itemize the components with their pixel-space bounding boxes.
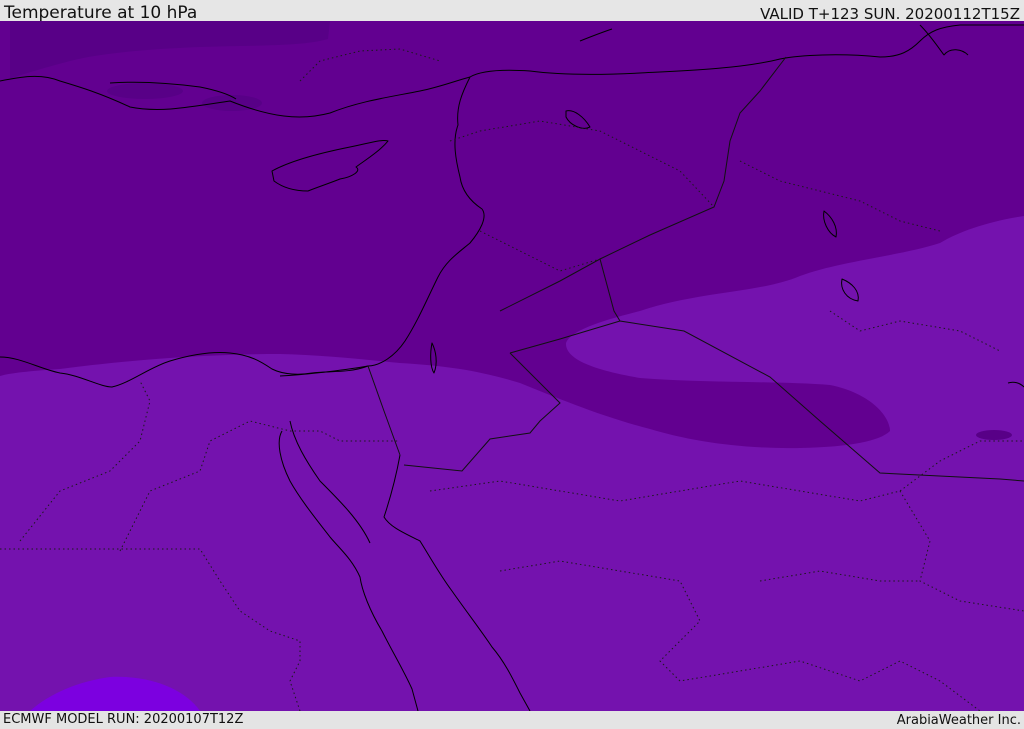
- model-run: ECMWF MODEL RUN: 20200107T12Z: [3, 712, 244, 727]
- map-title: Temperature at 10 hPa: [4, 3, 198, 23]
- credit-label: ArabiaWeather Inc.: [896, 713, 1021, 728]
- map-header: Temperature at 10 hPa VALID T+123 SUN. 2…: [0, 0, 1024, 23]
- cold-patch-c: [976, 430, 1012, 440]
- temperature-map[interactable]: [0, 21, 1024, 711]
- cold-patch-b: [202, 95, 262, 111]
- map-canvas: [0, 21, 1024, 711]
- map-footer: ECMWF MODEL RUN: 20200107T12Z ArabiaWeat…: [0, 711, 1024, 729]
- cold-patch-a: [107, 83, 183, 99]
